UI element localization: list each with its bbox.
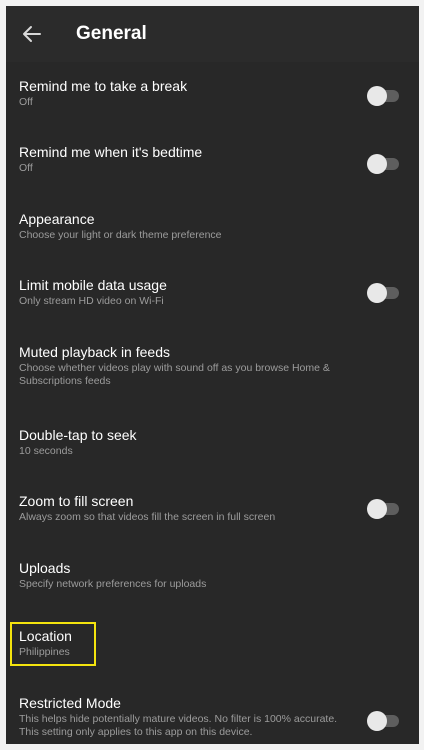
setting-title: Remind me to take a break	[19, 78, 188, 94]
setting-take-a-break[interactable]: Remind me to take a break Off	[6, 78, 419, 118]
take-a-break-toggle[interactable]	[367, 86, 401, 106]
setting-subtitle: Off	[19, 162, 33, 174]
setting-muted-playback[interactable]: Muted playback in feeds Choose whether v…	[6, 344, 419, 394]
toggle-thumb	[367, 283, 387, 303]
setting-title: Appearance	[19, 211, 95, 227]
back-button[interactable]	[20, 22, 44, 46]
setting-title: Zoom to fill screen	[19, 493, 134, 509]
bedtime-reminder-toggle[interactable]	[367, 154, 401, 174]
setting-title: Remind me when it's bedtime	[19, 144, 203, 160]
setting-zoom-to-fill[interactable]: Zoom to fill screen Always zoom so that …	[6, 493, 419, 533]
setting-title: Limit mobile data usage	[19, 277, 167, 293]
toggle-thumb	[367, 86, 387, 106]
restricted-mode-toggle[interactable]	[367, 711, 401, 731]
setting-title: Uploads	[19, 560, 71, 576]
setting-title: Location	[19, 628, 72, 644]
setting-subtitle: This helps hide potentially mature video…	[19, 713, 338, 738]
setting-appearance[interactable]: Appearance Choose your light or dark the…	[6, 211, 419, 251]
setting-subtitle: Philippines	[19, 646, 70, 658]
app-header: General	[6, 6, 419, 62]
setting-subtitle: 10 seconds	[19, 445, 73, 457]
limit-mobile-data-toggle[interactable]	[367, 283, 401, 303]
toggle-thumb	[367, 711, 387, 731]
setting-subtitle: Choose whether videos play with sound of…	[19, 362, 330, 387]
setting-subtitle: Always zoom so that videos fill the scre…	[19, 511, 276, 523]
page-title: General	[76, 23, 147, 44]
setting-double-tap-seek[interactable]: Double-tap to seek 10 seconds	[6, 427, 419, 467]
setting-uploads[interactable]: Uploads Specify network preferences for …	[6, 560, 419, 600]
setting-subtitle: Choose your light or dark theme preferen…	[19, 229, 222, 241]
setting-location[interactable]: Location Philippines	[6, 628, 419, 664]
setting-limit-mobile-data[interactable]: Limit mobile data usage Only stream HD v…	[6, 277, 419, 317]
setting-restricted-mode[interactable]: Restricted Mode This helps hide potentia…	[6, 695, 419, 743]
setting-title: Restricted Mode	[19, 695, 121, 711]
setting-bedtime-reminder[interactable]: Remind me when it's bedtime Off	[6, 144, 419, 184]
zoom-to-fill-toggle[interactable]	[367, 499, 401, 519]
setting-subtitle: Off	[19, 96, 33, 108]
arrow-left-icon	[23, 26, 41, 42]
toggle-thumb	[367, 154, 387, 174]
setting-subtitle: Specify network preferences for uploads	[19, 578, 207, 590]
setting-subtitle: Only stream HD video on Wi-Fi	[19, 295, 164, 307]
settings-screen: General Remind me to take a break Off Re…	[6, 6, 419, 744]
setting-title: Muted playback in feeds	[19, 344, 170, 360]
toggle-thumb	[367, 499, 387, 519]
setting-title: Double-tap to seek	[19, 427, 137, 443]
